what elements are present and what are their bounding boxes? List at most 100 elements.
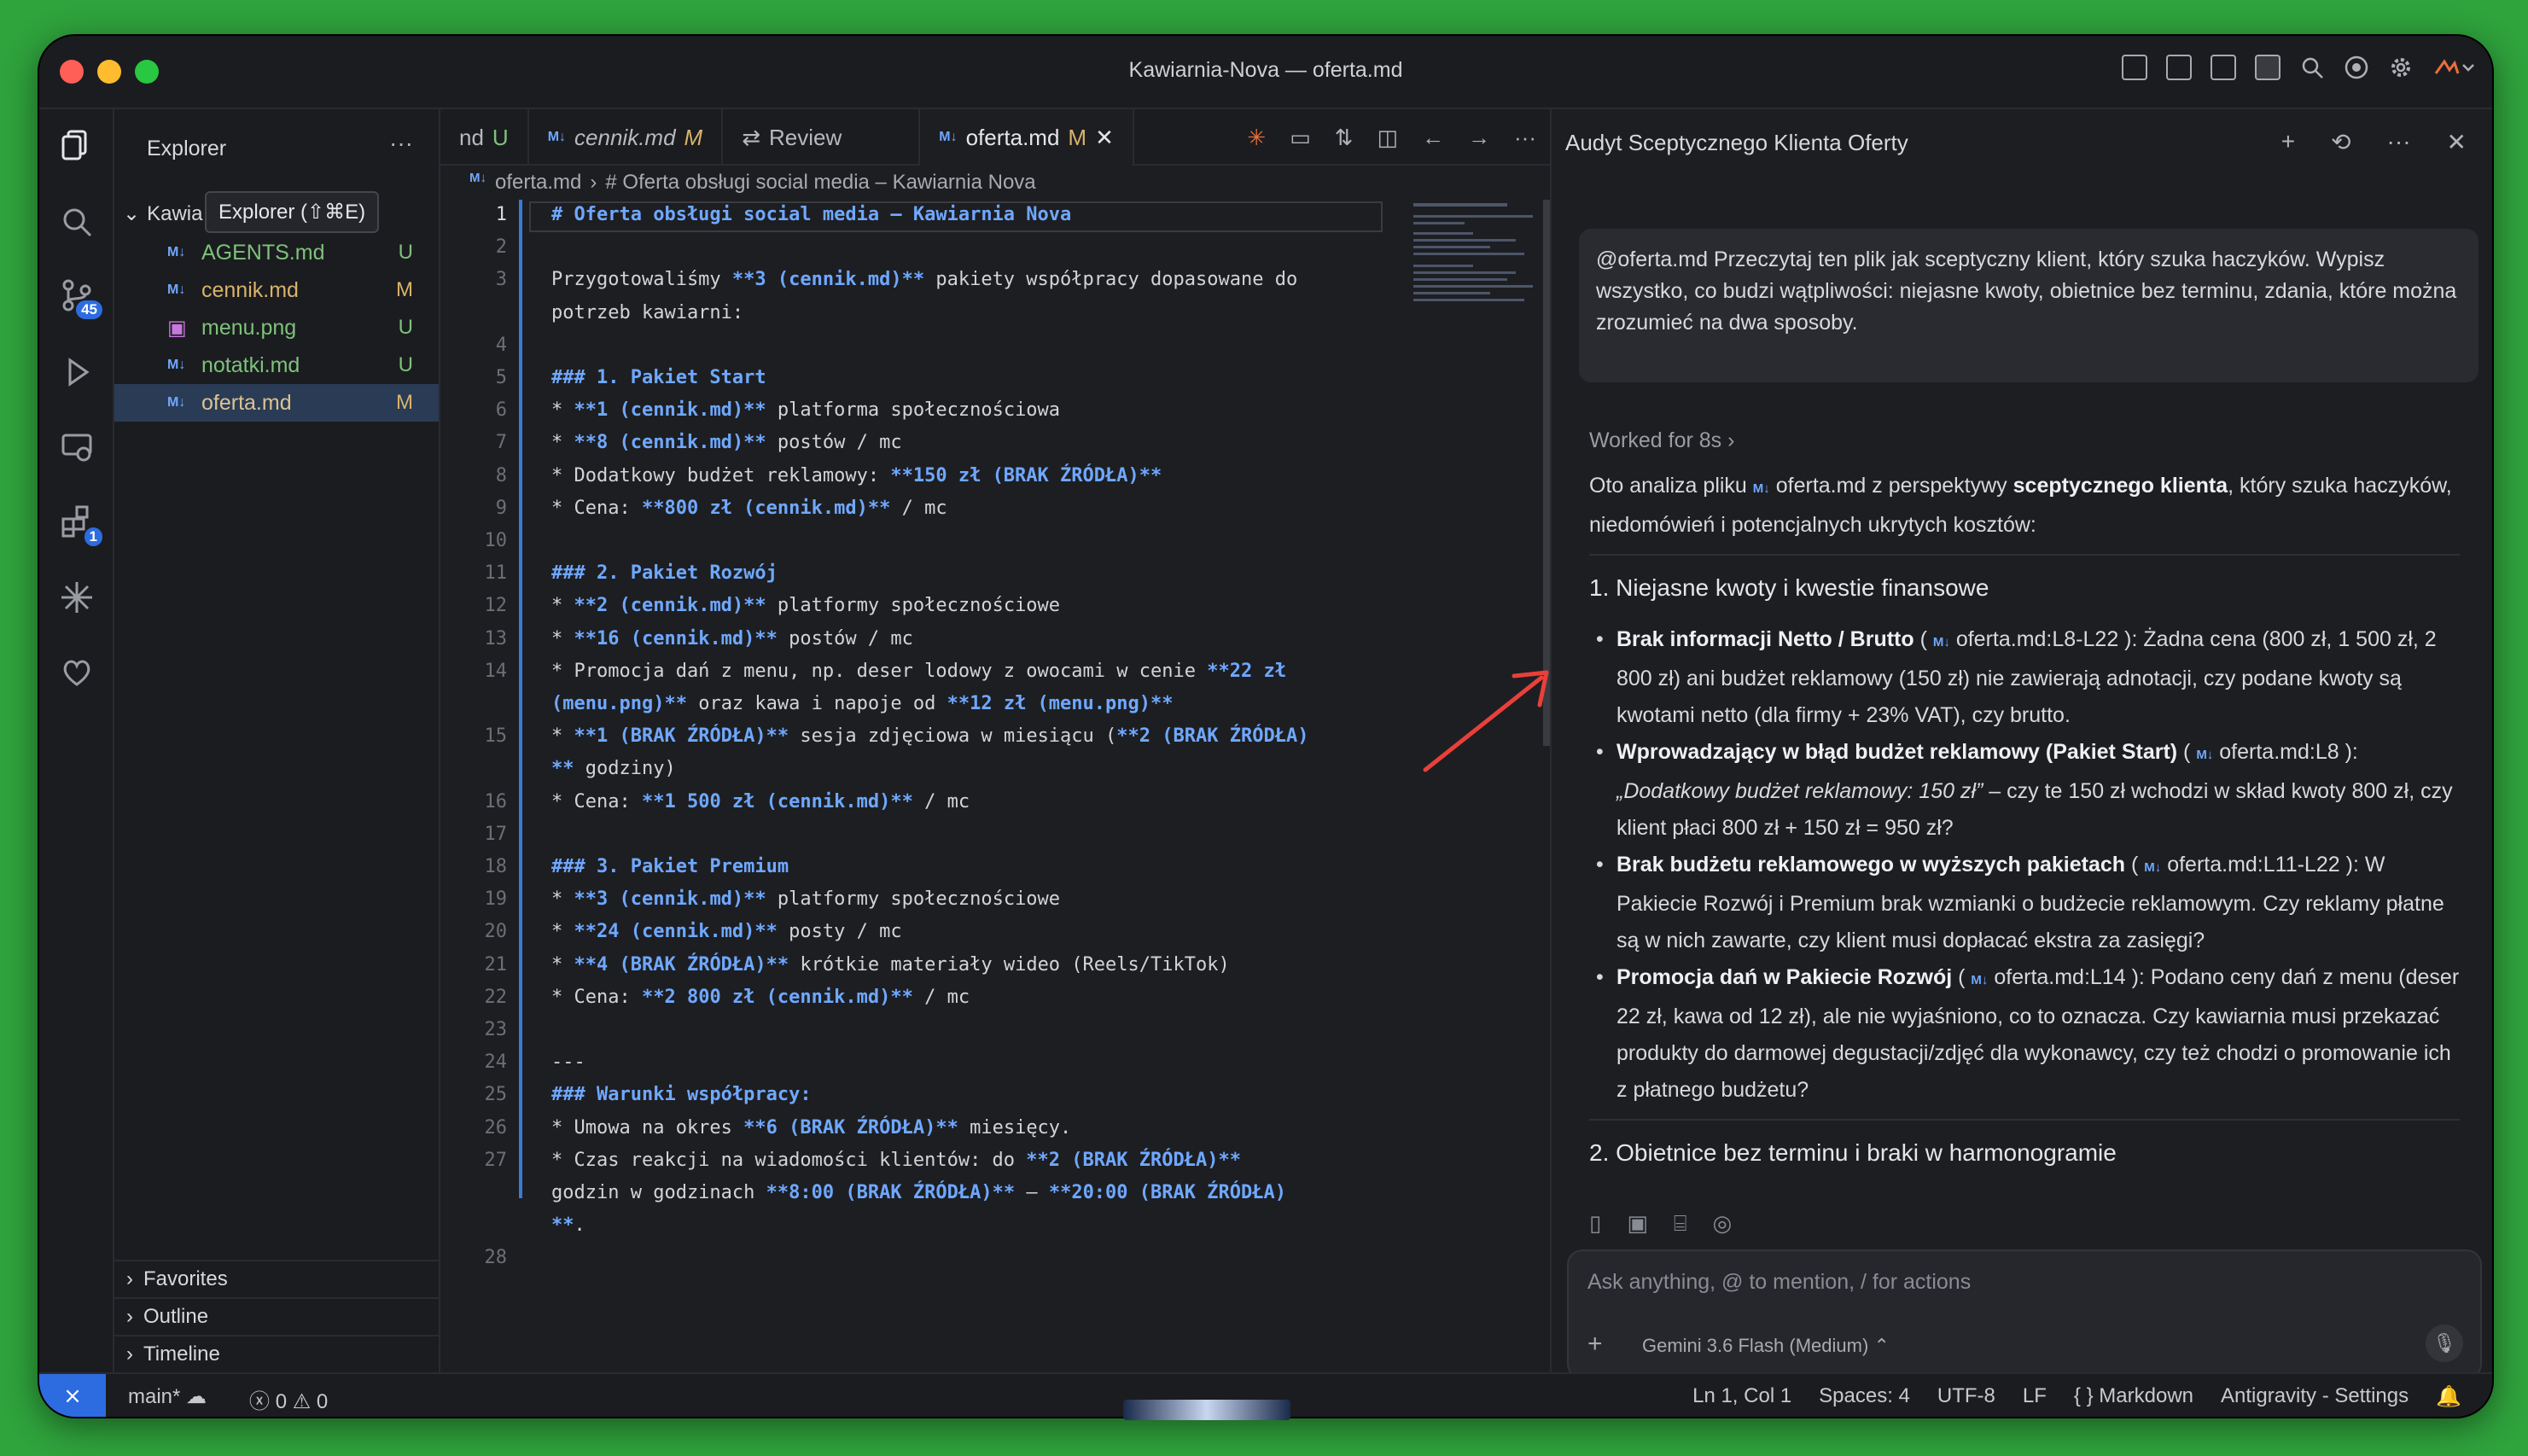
code-line[interactable]: 20 * **24 (cennik.md)** posty / mc — [440, 917, 1550, 947]
worked-summary[interactable]: Worked for 8s › — [1589, 428, 1734, 453]
arrow-right-icon[interactable]: → — [1468, 125, 1490, 151]
chrome-icon[interactable] — [2344, 55, 2369, 80]
run-debug-icon[interactable] — [58, 353, 96, 391]
code-line[interactable]: 18 ### 3. Pakiet Premium — [440, 852, 1550, 882]
code-line[interactable]: (menu.png)** oraz kawa i napoje od **12 … — [440, 689, 1550, 719]
code-line[interactable]: 23 — [440, 1015, 1550, 1045]
code-editor[interactable]: 1 # Oferta obsługi social media – Kawiarn… — [440, 200, 1550, 1372]
new-chat-icon[interactable]: + — [2281, 128, 2295, 156]
tab-cennik[interactable]: M↓ cennik.md M — [529, 109, 724, 166]
code-line[interactable]: 14 * Promocja dań z menu, np. deser lodow… — [440, 656, 1550, 687]
cursor-position[interactable]: Ln 1, Col 1 — [1692, 1384, 1791, 1409]
code-line[interactable]: 9 * Cena: **800 zł (cennik.md)** / mc — [440, 493, 1550, 524]
code-line[interactable]: 1 # Oferta obsługi social media – Kawiarn… — [440, 200, 1550, 230]
problems-indicator[interactable]: ⓧ 0 ⚠ 0 — [249, 1384, 328, 1414]
indentation[interactable]: Spaces: 4 — [1819, 1384, 1910, 1409]
add-context-button[interactable]: + — [1587, 1330, 1603, 1359]
code-line[interactable]: 3 Przygotowaliśmy **3 (cennik.md)** pakie… — [440, 265, 1550, 295]
file-icon[interactable]: ▯ — [1589, 1210, 1601, 1238]
code-line[interactable]: 27 * Czas reakcji na wiadomości klientów:… — [440, 1145, 1550, 1176]
line-endings[interactable]: LF — [2023, 1384, 2047, 1409]
code-line[interactable]: 24 --- — [440, 1047, 1550, 1078]
code-line[interactable]: godzin w godzinach **8:00 (BRAK ŹRÓDŁA)*… — [440, 1178, 1550, 1208]
workspace-root[interactable]: ⌄ Kawia — [123, 201, 202, 226]
code-line[interactable]: 19 * **3 (cennik.md)** platformy społeczn… — [440, 884, 1550, 915]
code-line[interactable]: 4 — [440, 330, 1550, 361]
file-item-oferta[interactable]: M↓ oferta.md M — [114, 384, 439, 422]
browser-icon[interactable]: ◎ — [1713, 1210, 1733, 1238]
explorer-icon[interactable] — [58, 126, 96, 164]
code-line[interactable]: 10 — [440, 526, 1550, 556]
more-actions-icon[interactable]: ··· — [1514, 125, 1536, 151]
code-line[interactable]: 28 — [440, 1243, 1550, 1273]
chat-input-placeholder[interactable]: Ask anything, @ to mention, / for action… — [1587, 1270, 1971, 1295]
code-line[interactable]: 16 * Cena: **1 500 zł (cennik.md)** / mc — [440, 787, 1550, 818]
microphone-icon[interactable]: 🎙 — [2426, 1325, 2463, 1362]
code-line[interactable]: 8 * Dodatkowy budżet reklamowy: **150 zł … — [440, 461, 1550, 492]
account-icon[interactable] — [2432, 55, 2474, 80]
code-line[interactable]: 17 — [440, 819, 1550, 850]
arrow-left-icon[interactable]: ← — [1422, 125, 1444, 151]
compare-changes-icon[interactable]: ⇅ — [1335, 125, 1354, 151]
search-icon[interactable] — [2299, 55, 2325, 80]
inbox-icon[interactable]: ⌸ — [1674, 1210, 1687, 1238]
tab-review[interactable]: ⇄ Review — [723, 109, 921, 166]
code-line[interactable]: 2 — [440, 232, 1550, 263]
file-reference[interactable]: oferta.md:L11-L22 — [2167, 853, 2339, 877]
more-actions-icon[interactable]: ··· — [2387, 128, 2411, 156]
file-reference[interactable]: oferta.md:L8-L22 — [1956, 627, 2118, 651]
tab-oferta[interactable]: M↓ oferta.md M ✕ — [920, 109, 1134, 166]
open-preview-icon[interactable]: ▭ — [1290, 125, 1311, 151]
code-line[interactable]: 7 * **8 (cennik.md)** postów / mc — [440, 428, 1550, 458]
file-reference[interactable]: oferta.md:L8 — [2219, 740, 2339, 764]
split-editor-icon[interactable]: ◫ — [1377, 125, 1398, 151]
code-line[interactable]: 11 ### 2. Pakiet Rozwój — [440, 558, 1550, 589]
file-item-cennik[interactable]: M↓ cennik.md M — [114, 271, 439, 309]
notifications-bell-icon[interactable]: 🔔 — [2436, 1384, 2461, 1409]
code-line[interactable]: 6 * **1 (cennik.md)** platforma społeczno… — [440, 395, 1550, 426]
close-tab-icon[interactable]: ✕ — [1095, 125, 1114, 151]
language-mode[interactable]: { } Markdown — [2074, 1384, 2193, 1409]
file-reference[interactable]: oferta.md — [1776, 474, 1867, 498]
code-line[interactable]: 21 * **4 (BRAK ŹRÓDŁA)** krótkie materiał… — [440, 950, 1550, 981]
code-line[interactable]: 13 * **16 (cennik.md)** postów / mc — [440, 624, 1550, 655]
search-icon[interactable] — [58, 203, 96, 241]
section-outline[interactable]: › Outline — [114, 1297, 439, 1335]
source-control-icon[interactable]: 45 — [58, 277, 102, 319]
file-item-agents[interactable]: M↓ AGENTS.md U — [114, 234, 439, 271]
toggle-primary-sidebar-icon[interactable] — [2166, 55, 2192, 80]
agent-spark-icon[interactable] — [58, 579, 96, 616]
code-line[interactable]: 22 * Cena: **2 800 zł (cennik.md)** / mc — [440, 982, 1550, 1013]
terminal-icon[interactable]: ▣ — [1627, 1210, 1648, 1238]
file-item-notatki[interactable]: M↓ notatki.md U — [114, 347, 439, 384]
code-line[interactable]: 15 * **1 (BRAK ŹRÓDŁA)** sesja zdjęciowa … — [440, 721, 1550, 752]
more-actions-icon[interactable]: ··· — [389, 130, 413, 157]
extensions-icon[interactable]: 1 — [58, 504, 102, 546]
section-timeline[interactable]: › Timeline — [114, 1335, 439, 1372]
section-favorites[interactable]: › Favorites — [114, 1260, 439, 1297]
history-icon[interactable]: ⟲ — [2331, 128, 2350, 156]
encoding[interactable]: UTF-8 — [1937, 1384, 1995, 1409]
tab-truncated[interactable]: nd U — [440, 109, 529, 166]
gear-icon[interactable] — [2388, 55, 2414, 80]
close-panel-icon[interactable]: ✕ — [2447, 128, 2467, 156]
code-line[interactable]: ** godziny) — [440, 754, 1550, 784]
code-line[interactable]: 26 * Umowa na okres **6 (BRAK ŹRÓDŁA)** m… — [440, 1113, 1550, 1144]
code-line[interactable]: 12 * **2 (cennik.md)** platformy społeczn… — [440, 591, 1550, 621]
code-line[interactable]: 5 ### 1. Pakiet Start — [440, 363, 1550, 393]
remote-indicator-icon[interactable]: ⨯ — [39, 1374, 106, 1417]
settings-indicator[interactable]: Antigravity - Settings — [2221, 1384, 2409, 1409]
toggle-panel-icon[interactable] — [2211, 55, 2236, 80]
remote-explorer-icon[interactable] — [58, 428, 96, 466]
file-item-menu[interactable]: ▣ menu.png U — [114, 309, 439, 347]
heart-icon[interactable] — [58, 654, 96, 691]
code-line[interactable]: 25 ### Warunki współpracy: — [440, 1080, 1550, 1110]
toggle-secondary-sidebar-icon[interactable] — [2255, 55, 2280, 80]
chat-input[interactable]: Ask anything, @ to mention, / for action… — [1567, 1249, 2482, 1379]
file-reference[interactable]: oferta.md:L14 — [1994, 965, 2125, 989]
code-line[interactable]: potrzeb kawiarni: — [440, 298, 1550, 329]
model-selector[interactable]: Gemini 3.6 Flash (Medium) ⌃ — [1642, 1335, 1890, 1357]
user-prompt-bubble[interactable]: @oferta.md Przeczytaj ten plik jak scept… — [1579, 229, 2478, 382]
layout-grid-icon[interactable] — [2122, 55, 2147, 80]
code-line[interactable]: **. — [440, 1210, 1550, 1241]
